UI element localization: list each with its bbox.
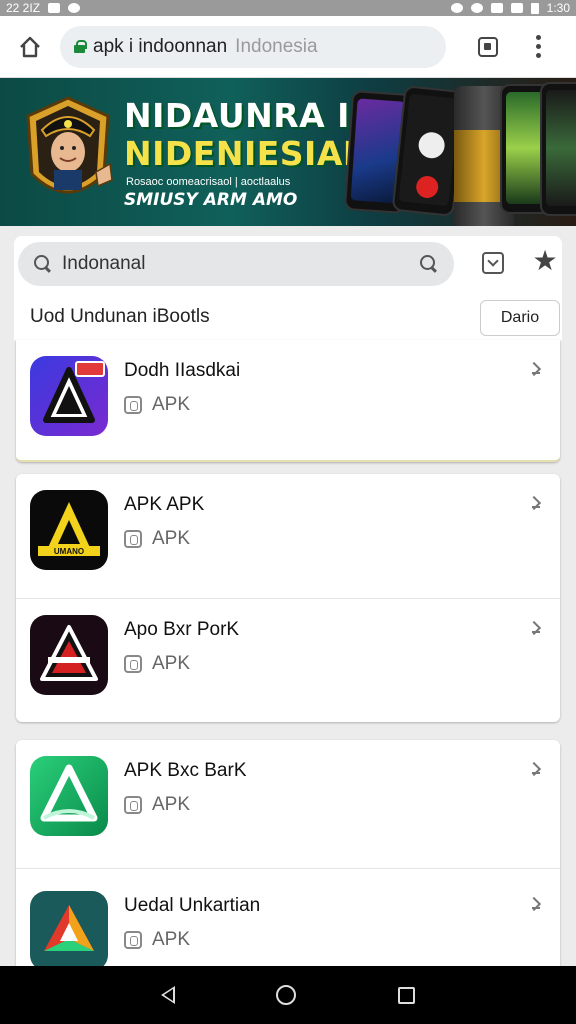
app-icon: UMANO <box>30 490 108 570</box>
system-nav-bar <box>0 966 576 1024</box>
app-name: APK Bxc BarK <box>124 760 247 781</box>
app-type-label: APK <box>152 653 191 674</box>
app-card: UMANO APK APK APK Apo Bxr PorK APK <box>16 474 560 722</box>
banner-tagline: SMIUSY ARM AMO <box>124 190 298 210</box>
list-item[interactable]: Dodh IIasdkai APK <box>16 340 560 460</box>
app-icon <box>30 891 108 966</box>
dropdown-icon[interactable] <box>482 252 504 274</box>
status-time: 1:30 <box>546 1 570 15</box>
app-type-label: APK <box>152 528 191 549</box>
app-icon <box>30 356 108 436</box>
emblem-icon <box>26 96 113 194</box>
chevron-right-icon[interactable] <box>528 362 542 376</box>
search-submit-icon[interactable] <box>420 255 438 273</box>
image-notification-icon <box>48 3 61 13</box>
battery-icon <box>530 2 539 14</box>
app-name: Apo Bxr PorK <box>124 619 240 640</box>
package-icon <box>124 796 142 814</box>
more-vert-icon[interactable] <box>518 16 558 78</box>
star-icon[interactable]: ★ <box>530 246 560 276</box>
url-path: Indonesia <box>235 35 318 57</box>
sync-icon <box>470 3 483 13</box>
url-host: apk i indoonnan <box>93 35 228 57</box>
app-type-label: APK <box>152 929 191 950</box>
list-item[interactable]: UMANO APK APK APK <box>16 474 560 598</box>
search-icon <box>34 255 52 273</box>
home-circle-icon[interactable] <box>276 985 297 1005</box>
app-type: APK <box>124 929 190 951</box>
home-button[interactable] <box>0 16 60 78</box>
package-icon <box>124 655 142 673</box>
results-label: Uod Undunan iBootls <box>30 306 210 327</box>
list-item[interactable]: APK Bxc BarK APK <box>16 740 560 868</box>
tabs-button[interactable] <box>458 16 518 78</box>
chevron-right-icon[interactable] <box>528 897 542 911</box>
app-type-label: APK <box>152 394 191 415</box>
app-notification-icon <box>68 3 81 13</box>
app-card: Dodh IIasdkai APK <box>16 340 560 462</box>
phone-image <box>540 82 576 216</box>
lock-icon <box>74 40 87 53</box>
app-type: APK <box>124 794 190 816</box>
package-icon <box>124 931 142 949</box>
promo-banner[interactable]: NIDAUNRA II NIDENIESIAI Rosaoc oomeacris… <box>0 78 576 226</box>
done-button[interactable]: Dario <box>480 300 560 336</box>
list-item[interactable]: Uedal Unkartian APK <box>16 868 560 966</box>
package-icon <box>124 396 142 414</box>
app-type: APK <box>124 653 190 675</box>
svg-text:UMANO: UMANO <box>54 547 84 556</box>
signal-icon <box>510 3 523 13</box>
wifi-icon <box>490 3 503 13</box>
banner-title-line2: NIDENIESIAI <box>124 134 356 173</box>
chevron-right-icon[interactable] <box>528 762 542 776</box>
app-icon <box>30 756 108 836</box>
banner-subtitle: Rosaoc oomeacrisaol | aoctlaalus <box>126 176 291 188</box>
app-name: Uedal Unkartian <box>124 895 261 916</box>
search-card: Indonanal ★ Uod Undunan iBootls Dario <box>14 236 562 340</box>
chevron-right-icon[interactable] <box>528 496 542 510</box>
results-panel: Indonanal ★ Uod Undunan iBootls Dario Do… <box>0 226 576 966</box>
app-card: APK Bxc BarK APK Uedal Unkartian APK <box>16 740 560 966</box>
banner-title-line1: NIDAUNRA II <box>124 96 363 135</box>
tabs-icon <box>478 36 498 57</box>
app-type: APK <box>124 394 190 416</box>
url-field[interactable]: apk i indoonnan Indonesia <box>60 25 446 68</box>
app-name: APK APK <box>124 494 205 515</box>
chevron-right-icon[interactable] <box>528 621 542 635</box>
app-type: APK <box>124 528 190 550</box>
home-icon <box>20 36 40 57</box>
search-query: Indonanal <box>62 253 146 274</box>
app-type-label: APK <box>152 794 191 815</box>
list-item[interactable]: Apo Bxr PorK APK <box>16 598 560 722</box>
package-icon <box>124 530 142 548</box>
search-input[interactable]: Indonanal <box>18 242 454 286</box>
app-name: Dodh IIasdkai <box>124 360 241 381</box>
status-time-left: 22 2IZ <box>6 1 41 15</box>
status-bar: 22 2IZ 1:30 <box>0 0 576 16</box>
alarm-icon <box>450 3 463 13</box>
recents-icon[interactable] <box>398 986 416 1004</box>
browser-toolbar: apk i indoonnan Indonesia <box>0 16 576 78</box>
app-icon <box>30 615 108 695</box>
back-icon[interactable] <box>160 986 175 1004</box>
